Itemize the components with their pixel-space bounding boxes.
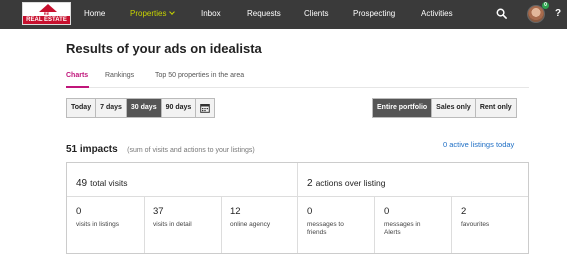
rent-only-button[interactable]: Rent only <box>475 99 516 117</box>
online-agency-value: 12 <box>230 206 241 217</box>
impacts-note: (sum of visits and actions to your listi… <box>127 147 255 154</box>
impacts-count: 51 impacts <box>66 144 118 155</box>
visits-in-detail-label: visits in detail <box>153 221 192 228</box>
tab-rankings[interactable]: Rankings <box>105 72 134 79</box>
period-7-days-button[interactable]: 7 days <box>96 99 127 117</box>
top-navbar: RE REAL ESTATE Home Properties Inbox Req… <box>0 0 567 29</box>
nav-item-properties[interactable]: Properties <box>130 0 176 29</box>
messages-in-alerts-value: 0 <box>384 206 390 217</box>
actions-over-listing: 2 actions over listing <box>307 173 385 191</box>
active-tab-indicator <box>66 86 89 88</box>
real-estate-logo[interactable]: RE REAL ESTATE <box>22 2 71 25</box>
actions-value: 2 <box>307 178 313 189</box>
visits-in-detail-value: 37 <box>153 206 164 217</box>
nav-item-activities[interactable]: Activities <box>421 0 453 29</box>
scope-filter: Entire portfolio Sales only Rent only <box>372 98 517 118</box>
stats-divider-main <box>297 163 298 253</box>
period-today-button[interactable]: Today <box>67 99 97 117</box>
entire-portfolio-button[interactable]: Entire portfolio <box>373 99 433 117</box>
impacts-summary: 51 impacts (sum of visits and actions to… <box>66 139 255 157</box>
total-visits-value: 49 <box>76 178 88 189</box>
tabs-divider <box>66 87 529 88</box>
stats-divider <box>374 197 375 253</box>
favourites-value: 2 <box>461 206 467 217</box>
visits-in-listings-label: visits in listings <box>76 221 119 228</box>
period-30-days-button[interactable]: 30 days <box>126 99 162 117</box>
period-90-days-button[interactable]: 90 days <box>161 99 197 117</box>
nav-item-properties-label: Properties <box>130 9 167 18</box>
logo-text: REAL ESTATE <box>23 16 70 24</box>
nav-item-clients[interactable]: Clients <box>304 0 328 29</box>
search-icon[interactable] <box>496 8 507 19</box>
stats-panel: 49 total visits 2 actions over listing 0 v… <box>66 162 529 254</box>
tab-charts[interactable]: Charts <box>66 72 88 79</box>
calendar-icon[interactable] <box>196 99 215 117</box>
notification-badge: 0 <box>542 2 549 9</box>
visits-in-listings-value: 0 <box>76 206 82 217</box>
stats-divider <box>221 197 222 253</box>
total-visits: 49 total visits <box>76 173 127 191</box>
stats-divider <box>451 197 452 253</box>
total-visits-label: total visits <box>90 178 128 188</box>
actions-label: actions over listing <box>315 178 386 188</box>
page-title: Results of your ads on idealista <box>66 41 262 56</box>
nav-item-home[interactable]: Home <box>84 0 105 29</box>
sales-only-button[interactable]: Sales only <box>432 99 476 117</box>
stats-divider <box>144 197 145 253</box>
nav-item-prospecting[interactable]: Prospecting <box>353 0 395 29</box>
help-icon[interactable]: ? <box>555 8 567 20</box>
messages-to-friends-label: messages to friends <box>307 221 344 236</box>
online-agency-label: online agency <box>230 221 271 228</box>
favourites-label: favourites <box>461 221 490 228</box>
period-filter: Today 7 days 30 days 90 days <box>66 98 216 118</box>
messages-to-friends-value: 0 <box>307 206 313 217</box>
tab-top-50-properties[interactable]: Top 50 properties in the area <box>155 72 244 79</box>
nav-item-requests[interactable]: Requests <box>247 0 281 29</box>
nav-item-inbox[interactable]: Inbox <box>201 0 221 29</box>
active-listings-link[interactable]: 0 active listings today <box>443 140 514 149</box>
messages-in-alerts-label: messages in Alerts <box>384 221 421 236</box>
chevron-down-icon <box>169 9 176 15</box>
